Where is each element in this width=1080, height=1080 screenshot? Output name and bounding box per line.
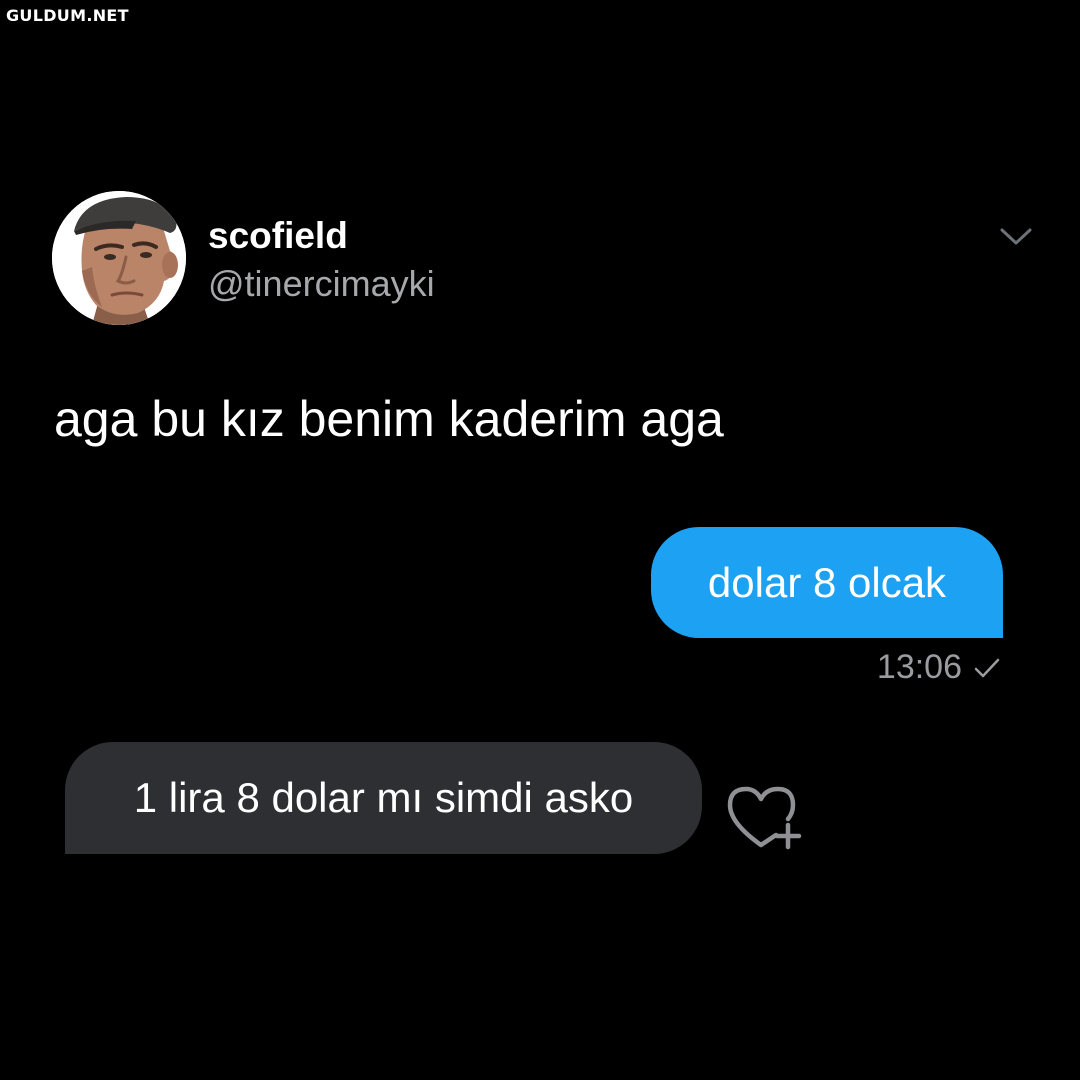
tweet-text: aga bu kız benim kaderim aga [54,391,724,447]
user-handle[interactable]: @tinercimayki [208,263,435,305]
tweet-header: scofield @tinercimayki [52,191,1032,326]
avatar[interactable] [52,191,186,325]
avatar-photo [52,191,186,325]
chevron-down-icon[interactable] [998,225,1034,249]
watermark-logo: GULDUM.NET [6,6,129,25]
sent-message-bubble[interactable]: dolar 8 olcak [651,527,1003,638]
received-message-text: 1 lira 8 dolar mı simdi asko [133,774,634,821]
check-icon [974,657,1000,679]
message-meta: 13:06 [877,648,1000,687]
heart-plus-icon[interactable] [726,783,806,855]
display-name[interactable]: scofield [208,215,348,257]
sent-message-text: dolar 8 olcak [707,558,947,606]
received-message-bubble[interactable]: 1 lira 8 dolar mı simdi asko [65,742,702,854]
message-timestamp: 13:06 [876,648,962,686]
